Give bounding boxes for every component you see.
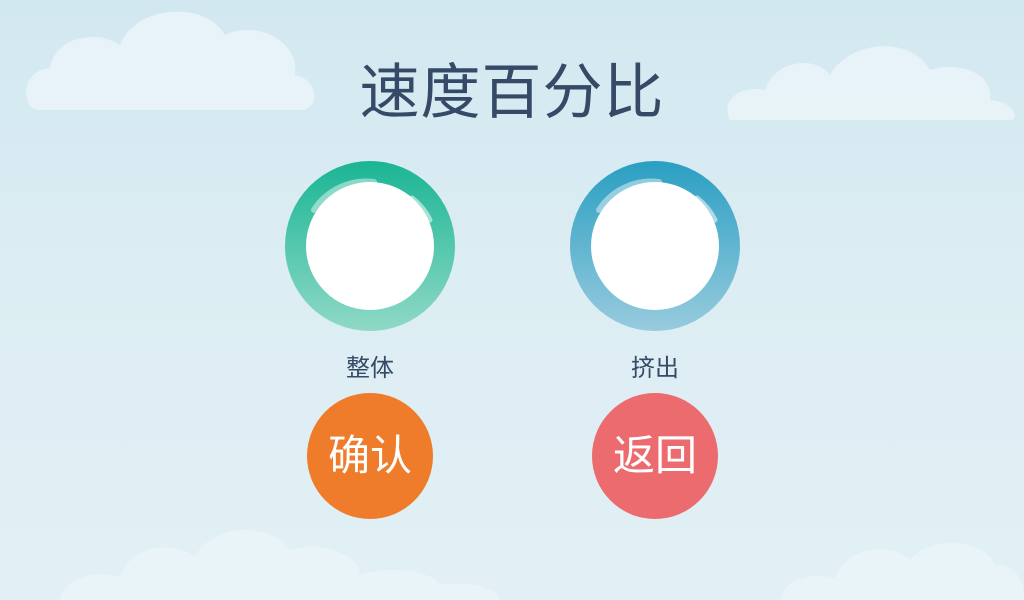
- overall-speed-ring: [284, 160, 456, 332]
- extrude-label: 挤出: [631, 354, 679, 382]
- cloud-decoration-bottom-right: [780, 542, 1024, 600]
- confirm-button[interactable]: 确认: [307, 393, 433, 519]
- extrude-speed-ring: [569, 160, 741, 332]
- page-title: 速度百分比: [359, 58, 665, 128]
- cloud-decoration-bottom-left: [60, 530, 500, 600]
- overall-label: 整体: [346, 354, 394, 382]
- extrude-speed-input[interactable]: [591, 182, 719, 310]
- back-button[interactable]: 返回: [592, 393, 718, 519]
- overall-speed-input[interactable]: [306, 182, 434, 310]
